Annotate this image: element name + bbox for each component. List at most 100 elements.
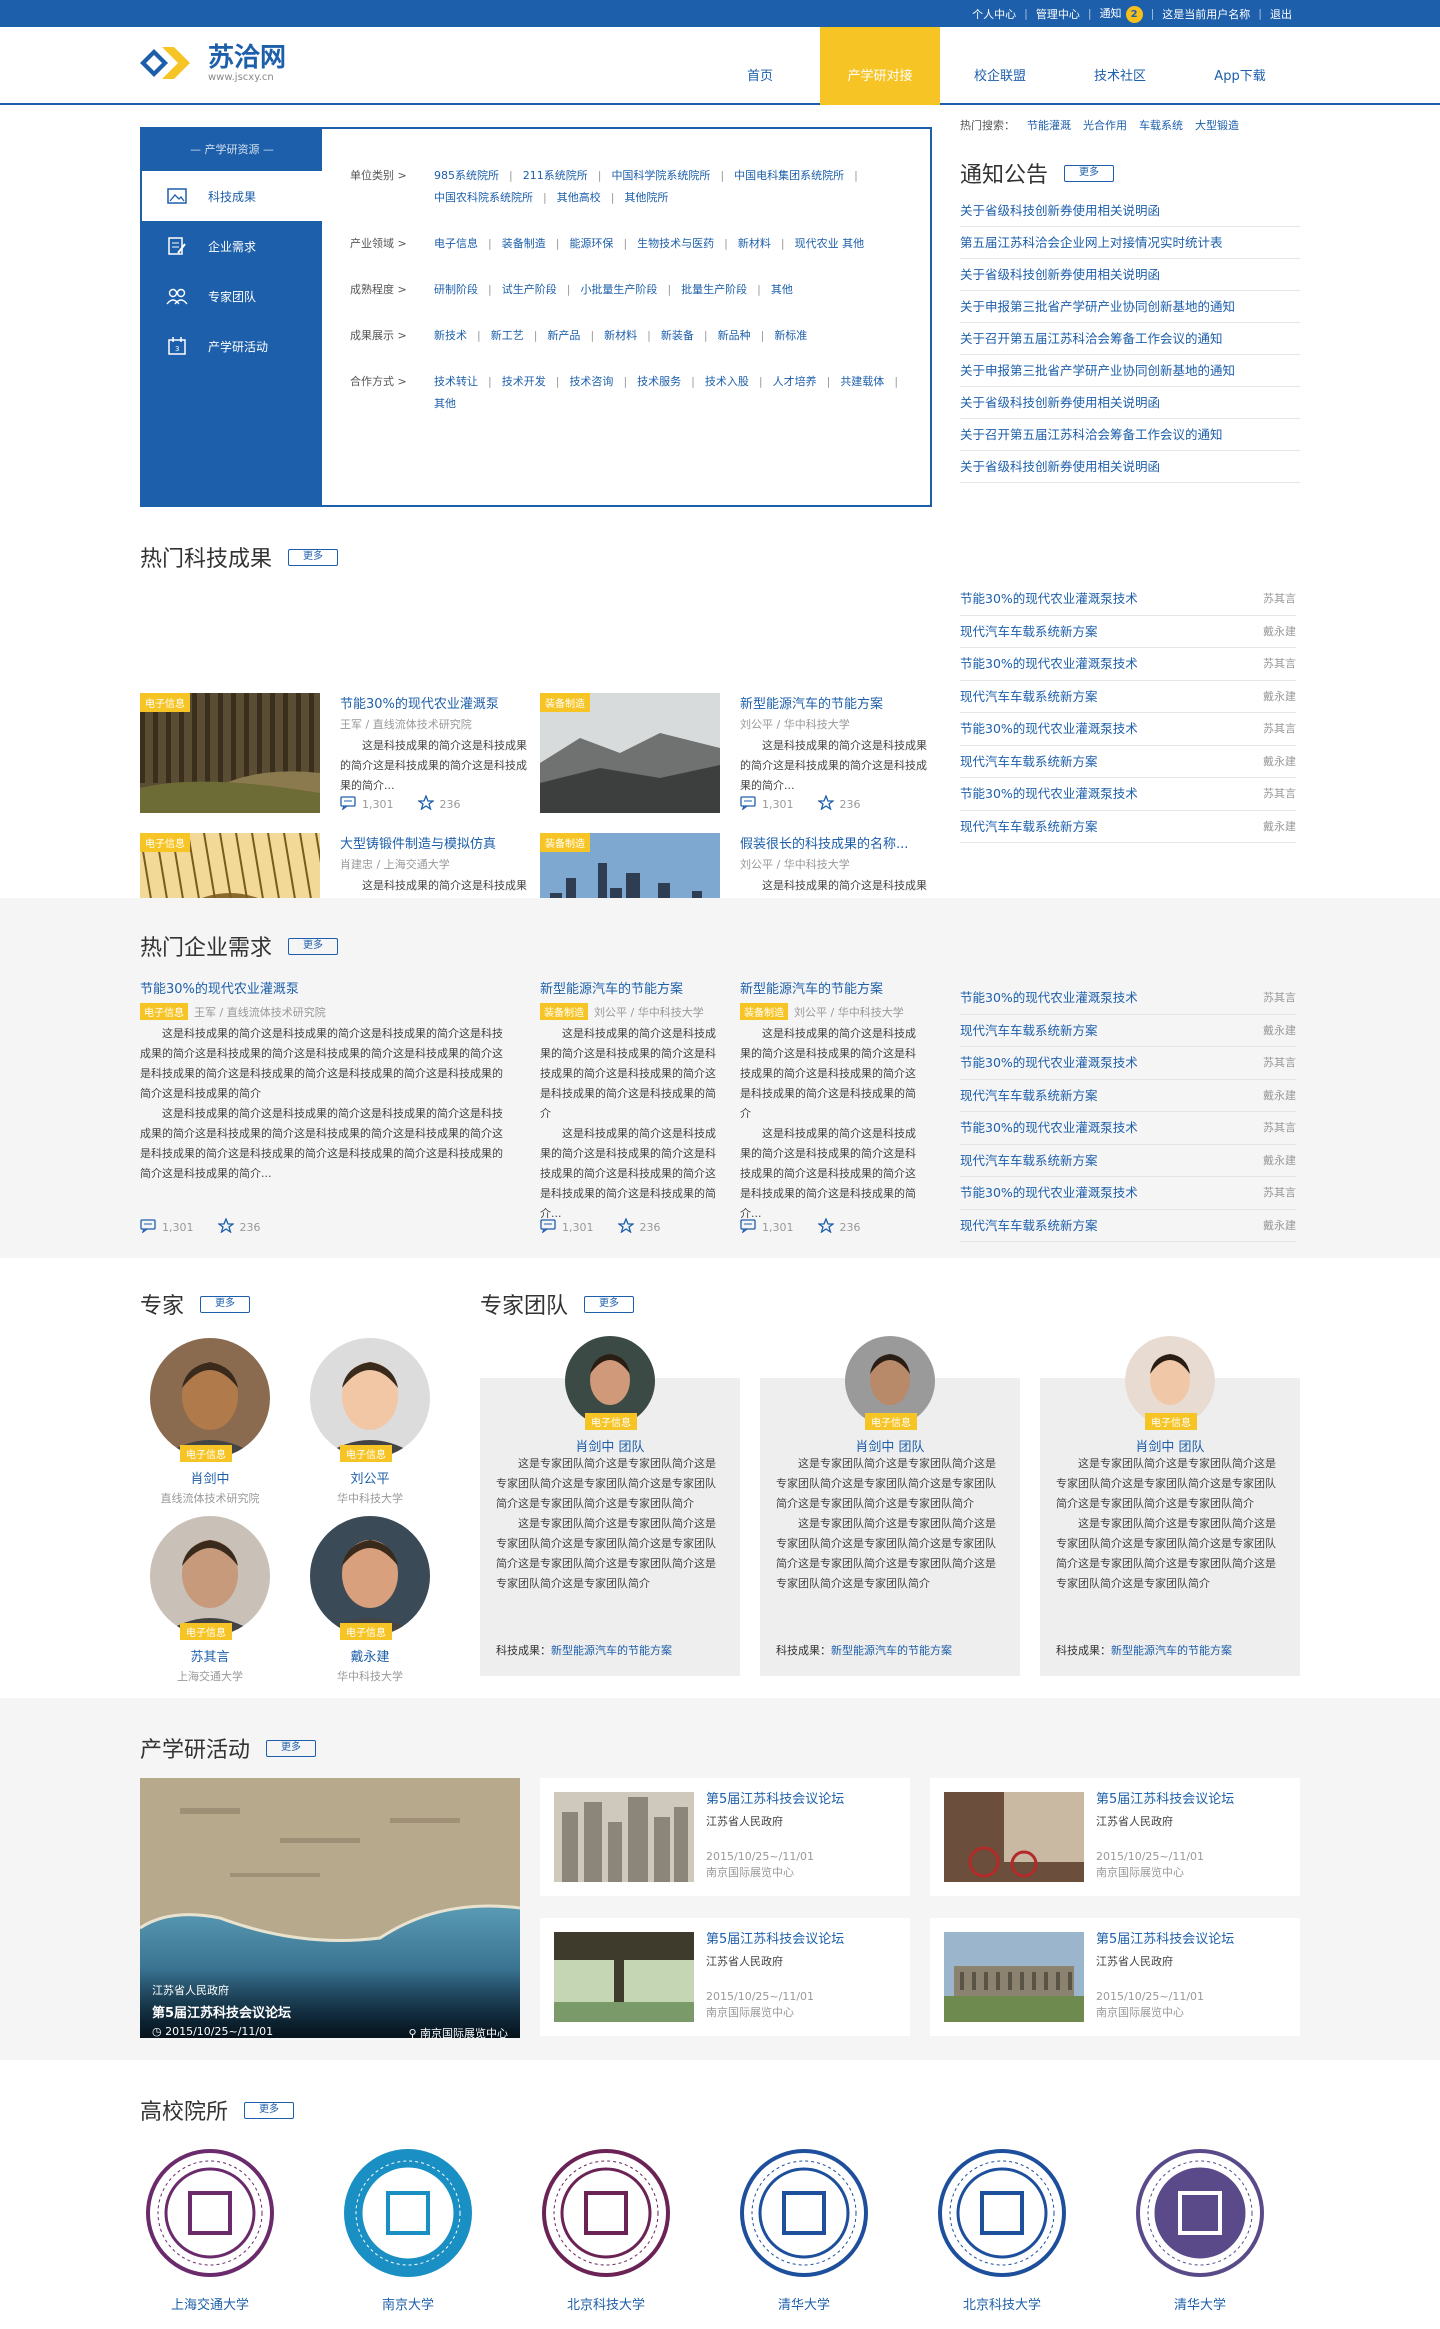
category-option[interactable]: 新标准 — [774, 329, 807, 342]
star-stat[interactable]: 236 — [216, 1217, 261, 1236]
hot-search-item[interactable]: 车载系统 — [1139, 119, 1183, 132]
category-option[interactable]: 新装备 — [661, 329, 694, 342]
category-option[interactable]: 技术入股 — [705, 375, 749, 388]
demand-item[interactable]: 新型能源汽车的节能方案 装备制造 刘公平 / 华中科技大学 这是科技成果的简介这是科技… — [540, 978, 720, 1234]
team-card[interactable]: 电子信息 肖剑中 团队 这是专家团队简介这是专家团队简介这是专家团队简介这是专家团队… — [480, 1336, 740, 1676]
category-label[interactable]: 单位类别 > — [350, 165, 434, 209]
site-logo[interactable]: 苏洽网 www.jscxy.cn — [140, 41, 286, 85]
category-label[interactable]: 合作方式 > — [350, 371, 434, 415]
category-option[interactable]: 其他高校 — [557, 191, 601, 204]
nav-home[interactable]: 首页 — [700, 27, 820, 105]
list-item[interactable]: 节能30%的现代农业灌溉泵技术 苏其言 — [960, 713, 1296, 746]
notice-item[interactable]: 关于省级科技创新券使用相关说明函 — [960, 451, 1300, 483]
admin-center-link[interactable]: 管理中心 — [1028, 6, 1088, 22]
category-option[interactable]: 批量生产阶段 — [681, 283, 747, 296]
category-option[interactable]: 其他院所 — [624, 191, 668, 204]
team-achievement-link[interactable]: 新型能源汽车的节能方案 — [551, 1644, 672, 1657]
expert-name[interactable]: 肖剑中 — [140, 1468, 280, 1487]
teams-more-button[interactable]: 更多 — [584, 1295, 635, 1313]
sidebar-item-teams[interactable]: 专家团队 — [142, 271, 322, 321]
list-item[interactable]: 节能30%的现代农业灌溉泵技术 苏其言 — [960, 778, 1296, 811]
achievement-title[interactable]: 大型铸锻件制造与模拟仿真 — [340, 833, 530, 852]
hot-search-item[interactable]: 大型锻造 — [1195, 119, 1239, 132]
notice-item[interactable]: 关于申报第三批省产学研产业协同创新基地的通知 — [960, 355, 1300, 387]
list-item[interactable]: 节能30%的现代农业灌溉泵技术 苏其言 — [960, 648, 1296, 681]
category-option[interactable]: 试生产阶段 — [502, 283, 557, 296]
category-option[interactable]: 中国电科集团系统院所 — [734, 169, 844, 182]
expert-name[interactable]: 苏其言 — [140, 1646, 280, 1665]
expert-card[interactable]: 电子信息 肖剑中 直线流体技术研究院 — [140, 1338, 280, 1506]
comment-stat[interactable]: 1,301 — [740, 795, 794, 813]
list-item[interactable]: 现代汽车车载系统新方案 戴永建 — [960, 1145, 1296, 1177]
team-card[interactable]: 电子信息 肖剑中 团队 这是专家团队简介这是专家团队简介这是专家团队简介这是专家团队… — [760, 1336, 1020, 1676]
experts-more-button[interactable]: 更多 — [200, 1295, 251, 1313]
list-item[interactable]: 节能30%的现代农业灌溉泵技术 苏其言 — [960, 982, 1296, 1015]
category-option[interactable]: 人才培养 — [773, 375, 817, 388]
star-stat[interactable]: 236 — [416, 794, 461, 813]
university-item[interactable]: 上海交通大学 — [140, 2148, 280, 2313]
activity-card[interactable]: 第5届江苏科技会议论坛 江苏省人民政府 2015/10/25~/11/01 南京国际展… — [930, 1778, 1300, 1896]
demand-item[interactable]: 节能30%的现代农业灌溉泵 电子信息 王军 / 直线流体技术研究院 这是科技成果的简介… — [140, 978, 512, 1234]
category-option[interactable]: 技术开发 — [502, 375, 546, 388]
hot-search-item[interactable]: 光合作用 — [1083, 119, 1127, 132]
list-item[interactable]: 现代汽车车载系统新方案 戴永建 — [960, 1210, 1296, 1242]
category-option[interactable]: 现代农业 其他 — [795, 237, 865, 250]
category-option[interactable]: 新工艺 — [491, 329, 524, 342]
activity-title[interactable]: 第5届江苏科技会议论坛 — [706, 1788, 844, 1807]
demand-title[interactable]: 新型能源汽车的节能方案 — [740, 978, 925, 997]
notice-item[interactable]: 关于省级科技创新券使用相关说明函 — [960, 259, 1300, 291]
category-option[interactable]: 中国农科院系统院所 — [434, 191, 533, 204]
list-item[interactable]: 节能30%的现代农业灌溉泵技术 苏其言 — [960, 1177, 1296, 1210]
category-option[interactable]: 电子信息 — [434, 237, 478, 250]
notice-item[interactable]: 关于召开第五届江苏科洽会筹备工作会议的通知 — [960, 323, 1300, 355]
demand-title[interactable]: 新型能源汽车的节能方案 — [540, 978, 720, 997]
activities-more-button[interactable]: 更多 — [266, 1739, 317, 1757]
university-item[interactable]: 清华大学 — [734, 2148, 874, 2313]
category-option[interactable]: 新技术 — [434, 329, 467, 342]
category-option[interactable]: 新产品 — [547, 329, 580, 342]
star-stat[interactable]: 236 — [816, 794, 861, 813]
university-item[interactable]: 清华大学 — [1130, 2148, 1270, 2313]
category-option[interactable]: 装备制造 — [502, 237, 546, 250]
university-item[interactable]: 南京大学 — [338, 2148, 478, 2313]
demand-more-button[interactable]: 更多 — [288, 937, 339, 955]
notice-item[interactable]: 关于省级科技创新券使用相关说明函 — [960, 195, 1300, 227]
category-option[interactable]: 能源环保 — [569, 237, 613, 250]
list-item[interactable]: 现代汽车车载系统新方案 戴永建 — [960, 746, 1296, 778]
team-achievement-link[interactable]: 新型能源汽车的节能方案 — [1111, 1644, 1232, 1657]
notice-item[interactable]: 关于召开第五届江苏科洽会筹备工作会议的通知 — [960, 419, 1300, 451]
activity-title[interactable]: 第5届江苏科技会议论坛 — [1096, 1928, 1234, 1947]
team-achievement-link[interactable]: 新型能源汽车的节能方案 — [831, 1644, 952, 1657]
activity-title[interactable]: 第5届江苏科技会议论坛 — [706, 1928, 844, 1947]
universities-more-button[interactable]: 更多 — [244, 2101, 295, 2119]
category-option[interactable]: 其他 — [771, 283, 793, 296]
hot-search-item[interactable]: 节能灌溉 — [1027, 119, 1071, 132]
activity-card[interactable]: 第5届江苏科技会议论坛 江苏省人民政府 2015/10/25~/11/01 南京国际展… — [540, 1918, 910, 2036]
university-item[interactable]: 北京科技大学 — [536, 2148, 676, 2313]
category-option[interactable]: 新品种 — [718, 329, 751, 342]
personal-center-link[interactable]: 个人中心 — [964, 6, 1024, 22]
team-name[interactable]: 肖剑中 团队 — [1040, 1436, 1300, 1455]
expert-card[interactable]: 电子信息 刘公平 华中科技大学 — [300, 1338, 440, 1506]
logout-link[interactable]: 退出 — [1262, 6, 1300, 22]
category-option[interactable]: 985系统院所 — [434, 169, 499, 182]
category-option[interactable]: 中国科学院系统院所 — [611, 169, 710, 182]
expert-name[interactable]: 刘公平 — [300, 1468, 440, 1487]
team-card[interactable]: 电子信息 肖剑中 团队 这是专家团队简介这是专家团队简介这是专家团队简介这是专家团队… — [1040, 1336, 1300, 1676]
nav-alliance[interactable]: 校企联盟 — [940, 27, 1060, 105]
comment-stat[interactable]: 1,301 — [540, 1218, 594, 1236]
notice-item[interactable]: 第五届江苏科洽会企业网上对接情况实时统计表 — [960, 227, 1300, 259]
list-item[interactable]: 现代汽车车载系统新方案 戴永建 — [960, 1080, 1296, 1112]
notice-item[interactable]: 关于申报第三批省产学研产业协同创新基地的通知 — [960, 291, 1300, 323]
category-option[interactable]: 新材料 — [738, 237, 771, 250]
category-option[interactable]: 技术服务 — [637, 375, 681, 388]
category-option[interactable]: 小批量生产阶段 — [580, 283, 657, 296]
demand-item[interactable]: 新型能源汽车的节能方案 装备制造 刘公平 / 华中科技大学 这是科技成果的简介这是科技… — [740, 978, 925, 1234]
list-item[interactable]: 现代汽车车载系统新方案 戴永建 — [960, 1015, 1296, 1047]
category-option[interactable]: 其他 — [434, 397, 456, 410]
category-label[interactable]: 产业领域 > — [350, 233, 434, 255]
notice-link[interactable]: 通知 2 — [1092, 5, 1151, 23]
category-option[interactable]: 211系统院所 — [523, 169, 588, 182]
achievement-card[interactable]: 电子信息 节能30%的现代农业灌溉泵 王军 / 直线流体技术研究院 这是科技成果的简介… — [140, 693, 540, 815]
comment-stat[interactable]: 1,301 — [140, 1218, 194, 1236]
